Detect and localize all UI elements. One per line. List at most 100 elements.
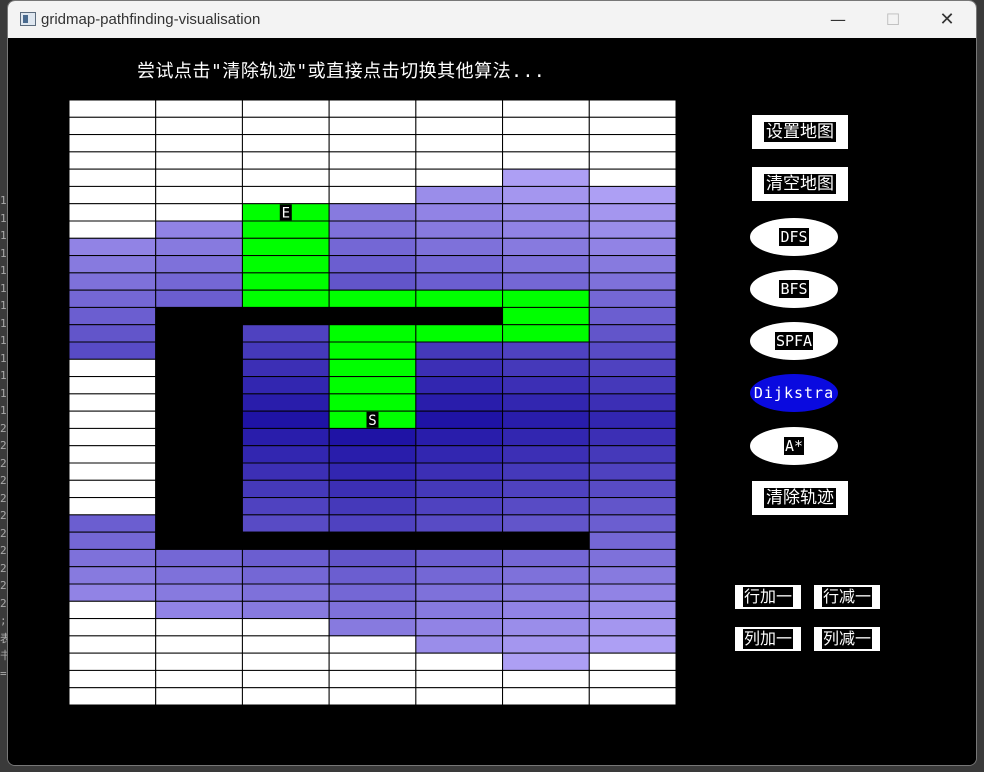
set-map-button[interactable]: 设置地图	[752, 115, 848, 149]
grid-cell-unvisited[interactable]	[588, 99, 677, 118]
grid-cell-unvisited[interactable]	[155, 116, 243, 136]
grid-cell-visited[interactable]	[502, 255, 590, 274]
grid-cell-wall[interactable]	[155, 358, 243, 378]
grid-cell-visited[interactable]	[328, 618, 417, 637]
grid-cell-visited[interactable]	[328, 479, 417, 499]
grid-cell-visited[interactable]	[328, 255, 417, 274]
grid-cell-visited[interactable]	[241, 445, 330, 464]
grid-cell-unvisited[interactable]	[328, 635, 417, 654]
col-sub-button[interactable]: 列减一	[814, 627, 880, 651]
grid-cell-visited[interactable]	[502, 376, 590, 395]
bfs-button[interactable]: BFS	[750, 270, 838, 308]
grid-cell-unvisited[interactable]	[241, 99, 330, 118]
grid-cell-unvisited[interactable]	[588, 151, 677, 170]
grid-cell-visited[interactable]	[241, 548, 330, 568]
grid-cell-visited[interactable]	[502, 341, 590, 360]
grid-cell-visited[interactable]	[328, 462, 417, 481]
grid-cell-visited[interactable]	[155, 600, 243, 620]
grid-cell-wall[interactable]	[155, 410, 243, 429]
grid-cell-visited[interactable]	[415, 203, 504, 222]
grid-cell-unvisited[interactable]	[241, 652, 330, 671]
grid-cell-path[interactable]	[415, 289, 504, 308]
grid-cell-unvisited[interactable]	[328, 99, 417, 118]
grid-cell-unvisited[interactable]	[68, 427, 157, 447]
grid-cell-unvisited[interactable]	[588, 669, 677, 689]
grid-cell-wall[interactable]	[328, 531, 417, 550]
grid-cell-visited[interactable]	[241, 497, 330, 516]
grid-cell-visited[interactable]	[155, 237, 243, 257]
grid-cell-visited[interactable]	[68, 583, 157, 602]
grid-cell-visited[interactable]	[328, 272, 417, 291]
grid-cell-unvisited[interactable]	[68, 203, 157, 222]
grid-cell-unvisited[interactable]	[68, 220, 157, 239]
close-button[interactable]: ✕	[920, 1, 974, 38]
grid-cell-unvisited[interactable]	[502, 116, 590, 136]
grid-cell-visited[interactable]	[68, 566, 157, 585]
grid-cell-visited[interactable]	[502, 618, 590, 637]
grid-cell-unvisited[interactable]	[328, 652, 417, 671]
grid-cell-visited[interactable]	[588, 462, 677, 481]
grid-cell-unvisited[interactable]	[241, 669, 330, 689]
grid-cell-unvisited[interactable]	[68, 393, 157, 412]
grid-cell-path[interactable]	[241, 237, 330, 257]
row-add-button[interactable]: 行加一	[735, 585, 801, 609]
grid-cell-unvisited[interactable]	[155, 203, 243, 222]
grid-cell-visited[interactable]	[415, 237, 504, 257]
grid-cell-unvisited[interactable]	[155, 99, 243, 118]
grid-cell-unvisited[interactable]	[502, 99, 590, 118]
grid-cell-unvisited[interactable]	[68, 618, 157, 637]
grid-cell-visited[interactable]	[588, 306, 677, 326]
grid-cell-visited[interactable]	[415, 462, 504, 481]
grid-cell-unvisited[interactable]	[155, 185, 243, 205]
grid-cell-unvisited[interactable]	[68, 600, 157, 620]
grid-cell-unvisited[interactable]	[415, 134, 504, 153]
grid-cell-unvisited[interactable]	[328, 151, 417, 170]
grid-cell-visited[interactable]	[328, 220, 417, 239]
grid-cell-unvisited[interactable]	[68, 185, 157, 205]
grid-cell-visited[interactable]	[588, 514, 677, 533]
grid-cell-unvisited[interactable]	[68, 376, 157, 395]
grid-cell-visited[interactable]	[415, 479, 504, 499]
grid-cell-visited[interactable]	[68, 255, 157, 274]
grid-cell-visited[interactable]	[241, 376, 330, 395]
grid-cell-unvisited[interactable]	[68, 669, 157, 689]
grid-cell-visited[interactable]	[588, 341, 677, 360]
grid-cell-visited[interactable]	[68, 324, 157, 343]
grid-cell-visited[interactable]	[415, 255, 504, 274]
grid-cell-visited[interactable]	[68, 514, 157, 533]
grid-cell-visited[interactable]	[68, 289, 157, 308]
grid-cell-visited[interactable]	[241, 514, 330, 533]
grid-cell-visited[interactable]	[502, 548, 590, 568]
grid-cell-visited[interactable]	[502, 462, 590, 481]
grid-cell-visited[interactable]	[241, 324, 330, 343]
grid-cell-unvisited[interactable]	[328, 134, 417, 153]
grid-cell-visited[interactable]	[415, 497, 504, 516]
grid-cell-visited[interactable]	[588, 324, 677, 343]
grid-cell-unvisited[interactable]	[68, 151, 157, 170]
maximize-button[interactable]: ☐	[866, 1, 920, 38]
grid-cell-visited[interactable]	[502, 427, 590, 447]
grid-cell-visited[interactable]	[241, 583, 330, 602]
grid-cell-path[interactable]	[328, 324, 417, 343]
grid-cell-visited[interactable]	[241, 427, 330, 447]
grid-cell-visited[interactable]	[588, 289, 677, 308]
grid-cell-unvisited[interactable]	[241, 151, 330, 170]
col-add-button[interactable]: 列加一	[735, 627, 801, 651]
grid-cell-visited[interactable]	[155, 548, 243, 568]
grid-cell-unvisited[interactable]	[328, 168, 417, 187]
grid-cell-visited[interactable]	[588, 393, 677, 412]
grid-cell-visited[interactable]	[328, 514, 417, 533]
grid-cell-visited[interactable]	[502, 203, 590, 222]
grid-cell-unvisited[interactable]	[155, 618, 243, 637]
grid-cell-unvisited[interactable]	[588, 168, 677, 187]
grid-cell-visited[interactable]	[68, 548, 157, 568]
grid-cell-unvisited[interactable]	[68, 99, 157, 118]
grid-cell-visited[interactable]	[502, 652, 590, 671]
grid-cell-visited[interactable]	[415, 514, 504, 533]
grid-cell-visited[interactable]	[155, 220, 243, 239]
grid-cell-wall[interactable]	[155, 462, 243, 481]
grid-cell-unvisited[interactable]	[588, 134, 677, 153]
grid-cell-visited[interactable]	[415, 185, 504, 205]
grid-cell-visited[interactable]	[588, 255, 677, 274]
grid-cell-path[interactable]	[502, 289, 590, 308]
